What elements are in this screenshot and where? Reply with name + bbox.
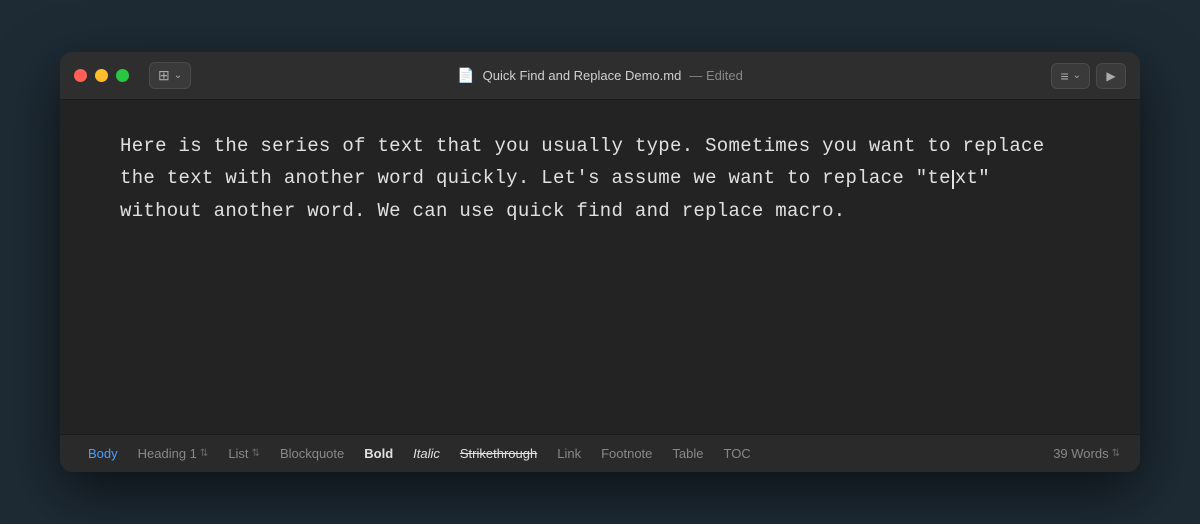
status-list[interactable]: List ⇅ (220, 443, 268, 464)
text-cursor (952, 170, 954, 189)
sidebar-icon: ⊞ (158, 67, 170, 84)
right-controls: ≡ ⌄ ▶ (1051, 63, 1126, 89)
status-blockquote[interactable]: Blockquote (272, 443, 352, 464)
app-window: ⊞ ⌄ 📄 Quick Find and Replace Demo.md — E… (60, 52, 1140, 472)
status-toc[interactable]: TOC (715, 443, 758, 464)
titlebar: ⊞ ⌄ 📄 Quick Find and Replace Demo.md — E… (60, 52, 1140, 100)
status-strikethrough[interactable]: Strikethrough (452, 443, 545, 464)
minimize-button[interactable] (95, 69, 108, 82)
edited-label: — Edited (689, 68, 742, 83)
word-count-arrow-icon: ⇅ (1112, 448, 1120, 459)
editor-area[interactable]: Here is the series of text that you usua… (60, 100, 1140, 434)
maximize-button[interactable] (116, 69, 129, 82)
status-bold[interactable]: Bold (356, 443, 401, 464)
close-button[interactable] (74, 69, 87, 82)
play-button[interactable]: ▶ (1096, 63, 1126, 89)
heading-arrow-icon: ⇅ (200, 448, 208, 459)
status-italic[interactable]: Italic (405, 443, 448, 464)
status-footnote[interactable]: Footnote (593, 443, 660, 464)
title-area: 📄 Quick Find and Replace Demo.md — Edite… (457, 67, 743, 84)
status-table[interactable]: Table (664, 443, 711, 464)
play-icon: ▶ (1106, 69, 1115, 83)
list-icon: ≡ (1060, 68, 1068, 84)
document-icon: 📄 (457, 67, 474, 84)
sidebar-toggle-button[interactable]: ⊞ ⌄ (149, 62, 191, 89)
traffic-lights (74, 69, 129, 82)
list-arrow-icon: ⇅ (252, 448, 260, 459)
chevron-down-icon: ⌄ (1073, 70, 1081, 81)
statusbar: Body Heading 1 ⇅ List ⇅ Blockquote Bold … (60, 434, 1140, 472)
chevron-down-icon: ⌄ (174, 70, 182, 81)
status-heading1[interactable]: Heading 1 ⇅ (130, 443, 217, 464)
word-count-label: 39 Words (1053, 446, 1108, 461)
list-view-button[interactable]: ≡ ⌄ (1051, 63, 1090, 89)
status-body[interactable]: Body (80, 443, 126, 464)
status-link[interactable]: Link (549, 443, 589, 464)
word-count[interactable]: 39 Words ⇅ (1053, 446, 1120, 461)
window-title: Quick Find and Replace Demo.md (483, 68, 682, 83)
editor-text[interactable]: Here is the series of text that you usua… (120, 130, 1080, 227)
